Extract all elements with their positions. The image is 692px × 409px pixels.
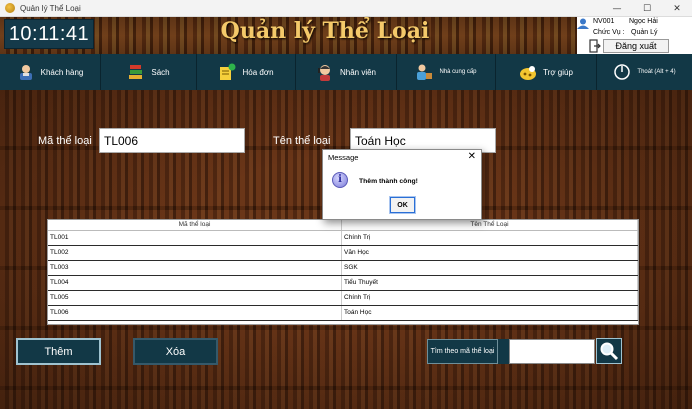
exit-icon	[613, 63, 631, 81]
table-row[interactable]: TL003 SGK	[48, 261, 638, 276]
nav-books[interactable]: Sách	[101, 54, 197, 90]
role-value: Quản Lý	[631, 29, 658, 36]
search-by-code-button[interactable]: Tìm theo mã thể loại	[427, 339, 498, 364]
table-row[interactable]: TL002 Văn Học	[48, 246, 638, 261]
cell-code: TL005	[48, 291, 342, 305]
nav-books-label: Sách	[151, 67, 170, 77]
cell-name: Văn Học	[342, 246, 638, 260]
cell-name: Toán Học	[342, 306, 638, 320]
table-header: Mã thể loại Tên Thể Loại	[48, 220, 638, 231]
name-label: Tên thể loại	[273, 135, 331, 147]
user-avatar-icon	[577, 18, 589, 29]
nav-exit-label: Thoát (Alt + 4)	[637, 69, 676, 75]
nav-customers-label: Khách hàng	[40, 67, 84, 77]
cell-name: Tiểu Thuyết	[342, 276, 638, 290]
customer-icon	[17, 63, 35, 81]
nav-invoices[interactable]: Hóa đơn	[197, 54, 296, 90]
logout-icon	[589, 39, 601, 53]
message-dialog: Message ✕ i Thêm thành công! OK	[322, 149, 482, 220]
search-submit-button[interactable]	[596, 338, 622, 364]
table-row[interactable]: TL004 Tiểu Thuyết	[48, 276, 638, 291]
invoice-icon	[218, 63, 236, 81]
dialog-ok-button[interactable]: OK	[389, 196, 416, 214]
info-icon: i	[332, 172, 348, 188]
code-label: Mã thể loại	[38, 135, 92, 147]
cell-code: TL006	[48, 306, 342, 320]
cell-code: TL004	[48, 276, 342, 290]
java-app-icon	[5, 3, 15, 13]
add-button[interactable]: Thêm	[16, 338, 101, 365]
main-navbar: Khách hàng Sách Hóa đơn Nhân viên Nhà cu…	[0, 54, 692, 90]
cell-name: Chính Trị	[342, 291, 638, 305]
role-label: Chức Vụ :	[593, 29, 625, 36]
nav-customers[interactable]: Khách hàng	[0, 54, 101, 90]
cell-code: TL001	[48, 231, 342, 245]
logout-button[interactable]: Đăng xuất	[603, 39, 669, 53]
code-input[interactable]	[99, 128, 245, 153]
book-icon	[127, 63, 145, 81]
nav-staff[interactable]: Nhân viên	[296, 54, 397, 90]
cell-name: Chính Trị	[342, 231, 638, 245]
page-title: Quản lý Thể Loại	[220, 18, 430, 44]
dialog-close-icon[interactable]: ✕	[468, 151, 476, 162]
delete-button[interactable]: Xóa	[133, 338, 218, 365]
window-titlebar: Quản lý Thể Loại — ☐ ✕	[0, 0, 692, 17]
dialog-message: Thêm thành công!	[359, 178, 418, 185]
window-title: Quản lý Thể Loại	[20, 3, 81, 13]
cell-code: TL003	[48, 261, 342, 275]
column-header-name[interactable]: Tên Thể Loại	[342, 220, 638, 230]
nav-help[interactable]: Trợ giúp	[496, 54, 597, 90]
table-row[interactable]: TL001 Chính Trị	[48, 231, 638, 246]
close-window-button[interactable]: ✕	[662, 0, 692, 17]
nav-invoices-label: Hóa đơn	[242, 67, 274, 77]
table-row[interactable]: TL006 Toán Học	[48, 306, 638, 321]
minimize-button[interactable]: —	[602, 0, 632, 17]
search-input[interactable]	[509, 339, 595, 364]
user-name: Ngọc Hải	[629, 18, 658, 25]
table-row[interactable]: TL005 Chính Trị	[48, 291, 638, 306]
nav-help-label: Trợ giúp	[543, 67, 573, 77]
window-controls: — ☐ ✕	[602, 0, 692, 17]
genre-table: Mã thể loại Tên Thể Loại TL001 Chính Trị…	[47, 219, 639, 325]
cell-code: TL002	[48, 246, 342, 260]
supplier-icon	[415, 63, 433, 81]
help-icon	[519, 63, 537, 81]
magnifier-icon	[600, 342, 619, 361]
nav-suppliers-label: Nhà cung cấp	[439, 69, 477, 75]
nav-suppliers[interactable]: Nhà cung cấp	[397, 54, 496, 90]
nav-exit[interactable]: Thoát (Alt + 4)	[597, 54, 692, 90]
dialog-title: Message	[328, 153, 359, 162]
clock-display: 10:11:41	[4, 19, 94, 49]
cell-name: SGK	[342, 261, 638, 275]
nav-staff-label: Nhân viên	[339, 67, 377, 77]
staff-icon	[316, 63, 334, 81]
search-spacer	[498, 339, 509, 364]
maximize-button[interactable]: ☐	[632, 0, 662, 17]
user-id: NV001	[593, 18, 615, 25]
user-panel: NV001 Ngọc Hải Chức Vụ : Quản Lý Đăng xu…	[577, 17, 692, 54]
column-header-code[interactable]: Mã thể loại	[48, 220, 342, 230]
